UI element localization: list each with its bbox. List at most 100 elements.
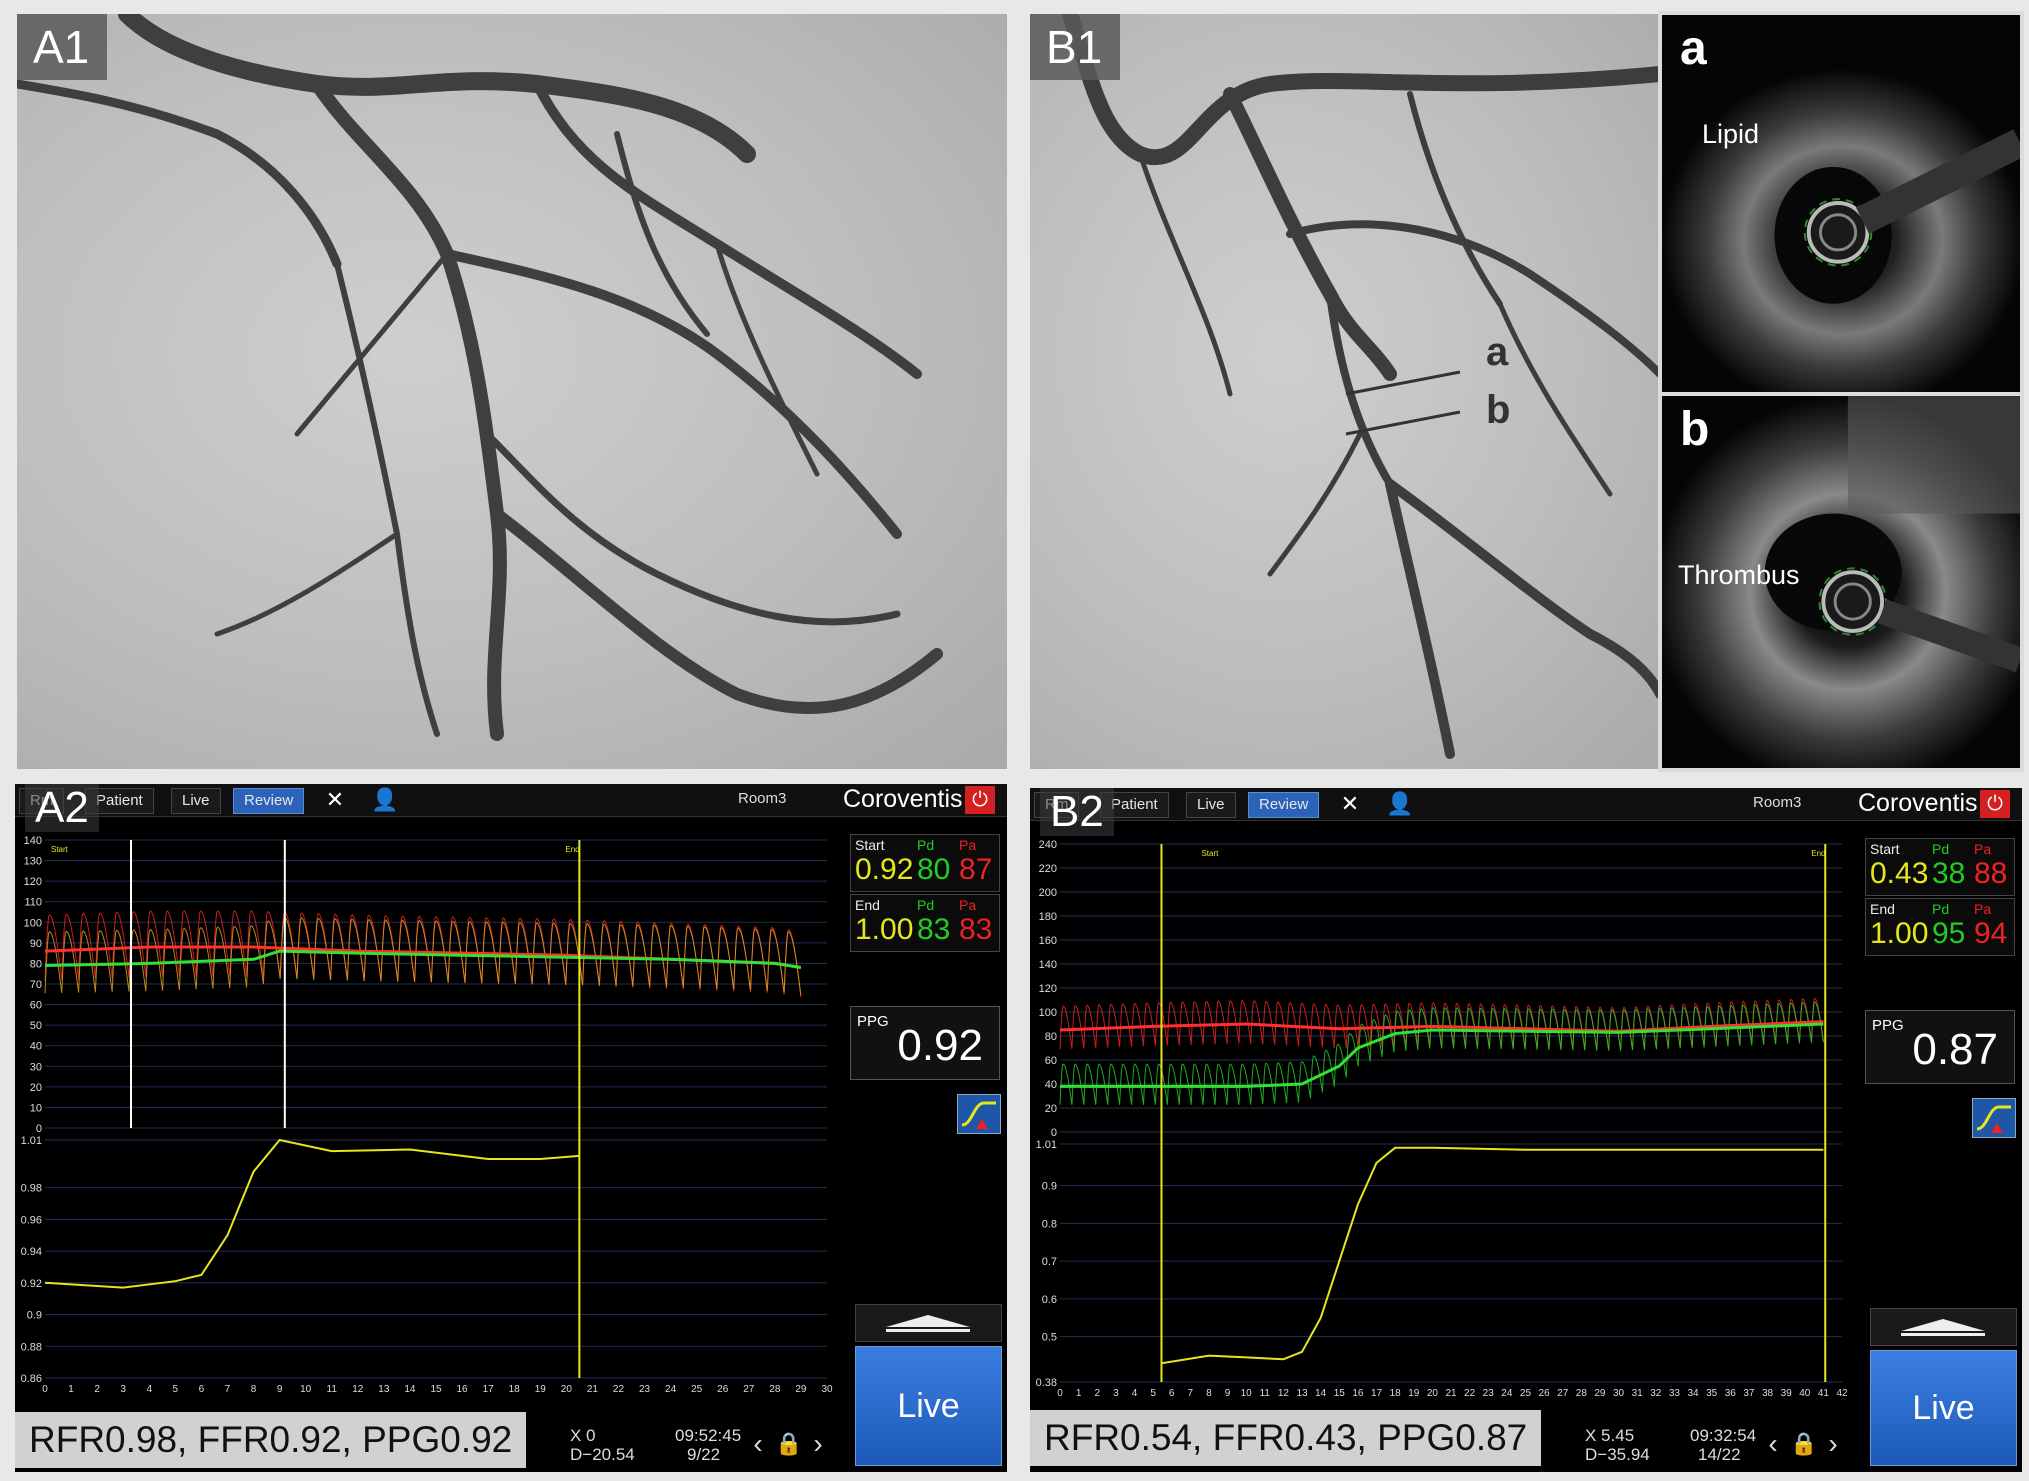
x-tick-label: 20 bbox=[1427, 1388, 1439, 1399]
lock-icon[interactable]: 🔒 bbox=[775, 1426, 802, 1462]
index-readout: RFR0.54, FFR0.43, PPG0.87 bbox=[1030, 1410, 1542, 1466]
x-tick-label: 16 bbox=[1352, 1388, 1364, 1399]
start-label: Start bbox=[855, 837, 885, 853]
prev-record-button[interactable]: ‹ bbox=[745, 1426, 771, 1462]
x-tick-label: 5 bbox=[173, 1384, 179, 1395]
x-tick-label: 39 bbox=[1781, 1388, 1793, 1399]
expand-arrow-button[interactable] bbox=[1870, 1308, 2017, 1346]
x-tick-label: 2 bbox=[94, 1384, 100, 1395]
tab-review[interactable]: Review bbox=[233, 788, 305, 814]
curve-view-icon[interactable] bbox=[957, 1094, 1001, 1134]
next-record-button[interactable]: › bbox=[805, 1426, 831, 1462]
x-tick-label: 18 bbox=[509, 1384, 521, 1395]
pressure-ratio-plot-b2: 0204060801001201401601802002202400.380.5… bbox=[1036, 839, 1848, 1399]
room-name: Room3 bbox=[738, 790, 787, 807]
x-tick-label: 0 bbox=[42, 1384, 48, 1395]
x-tick-label: 24 bbox=[1501, 1388, 1513, 1399]
x-tick-label: 1 bbox=[68, 1384, 74, 1395]
oct-label-b: b bbox=[1680, 403, 1710, 456]
start-ratio: 0.43 bbox=[1870, 857, 1929, 890]
pressure-tick-label: 70 bbox=[30, 979, 42, 991]
pressure-tick-label: 60 bbox=[30, 1000, 42, 1012]
end-pd-label: Pd bbox=[917, 897, 935, 913]
segment-label-b: b bbox=[1486, 388, 1511, 432]
x-tick-label: 29 bbox=[1594, 1388, 1606, 1399]
panel-label-b1: B1 bbox=[1030, 14, 1121, 80]
ppg-box: PPG 0.92 bbox=[850, 1006, 1000, 1080]
pressure-tick-label: 60 bbox=[1045, 1055, 1057, 1067]
start-pa-label: Pa bbox=[1974, 841, 1992, 857]
wrench-icon[interactable]: ✕ bbox=[320, 787, 350, 813]
x-tick-label: 35 bbox=[1706, 1388, 1718, 1399]
start-values-box: Start Pd Pa 0.43 38 88 bbox=[1865, 838, 2015, 896]
live-button[interactable]: Live bbox=[855, 1346, 1002, 1466]
x-tick-label: 10 bbox=[1241, 1388, 1253, 1399]
x-tick-label: 19 bbox=[535, 1384, 547, 1395]
start-marker-label: Start bbox=[51, 845, 69, 854]
x-tick-label: 14 bbox=[404, 1384, 416, 1395]
end-ratio: 1.00 bbox=[855, 913, 914, 946]
ppg-label: PPG bbox=[857, 1013, 889, 1030]
x-tick-label: 28 bbox=[769, 1384, 781, 1395]
x-tick-label: 0 bbox=[1057, 1388, 1063, 1399]
x-tick-label: 30 bbox=[1613, 1388, 1625, 1399]
pressure-tick-label: 80 bbox=[1045, 1031, 1057, 1043]
tab-live[interactable]: Live bbox=[1186, 792, 1236, 818]
end-label: End bbox=[1870, 901, 1895, 917]
x-tick-label: 17 bbox=[483, 1384, 495, 1395]
pressure-tick-label: 20 bbox=[1045, 1103, 1057, 1115]
ppg-value: 0.87 bbox=[1912, 1025, 1998, 1074]
record-index: 14/22 bbox=[1698, 1445, 1741, 1464]
ppg-box: PPG 0.87 bbox=[1865, 1010, 2015, 1084]
pressure-monitor-a2: Rm Patient Live Review ✕ 👤 Room3 Coroven… bbox=[15, 784, 1007, 1472]
oct-cross-section-a bbox=[1662, 69, 2020, 392]
pressure-tick-label: 30 bbox=[30, 1061, 42, 1073]
x-tick-label: 42 bbox=[1836, 1388, 1848, 1399]
tab-live[interactable]: Live bbox=[171, 788, 221, 814]
vessel-tree-a1 bbox=[17, 14, 943, 741]
live-button[interactable]: Live bbox=[1870, 1350, 2017, 1466]
x-tick-label: 14 bbox=[1315, 1388, 1327, 1399]
curve-view-icon[interactable] bbox=[1972, 1098, 2016, 1138]
x-tick-label: 26 bbox=[1539, 1388, 1551, 1399]
x-tick-label: 21 bbox=[587, 1384, 599, 1395]
pressure-tick-label: 140 bbox=[24, 835, 42, 847]
pressure-tick-label: 200 bbox=[1039, 887, 1057, 899]
end-marker-label: End bbox=[565, 845, 579, 854]
next-record-button[interactable]: › bbox=[1820, 1426, 1846, 1462]
pressure-monitor-b2: Rm Patient Live Review ✕ 👤 Room3 Coroven… bbox=[1030, 788, 2022, 1472]
angiogram-a1: A1 bbox=[17, 14, 1007, 769]
ratio-tick-label: 0.92 bbox=[21, 1278, 42, 1290]
oct-tag-thrombus: Thrombus bbox=[1678, 560, 1800, 590]
x-tick-label: 30 bbox=[821, 1384, 833, 1395]
wrench-icon[interactable]: ✕ bbox=[1335, 791, 1365, 817]
pdpa-ratio-line bbox=[1162, 1146, 1824, 1365]
user-icon[interactable]: 👤 bbox=[370, 787, 400, 813]
start-marker-label: Start bbox=[1201, 849, 1219, 858]
pressure-tick-label: 50 bbox=[30, 1020, 42, 1032]
power-icon[interactable]: ⏻ bbox=[965, 786, 995, 814]
x-tick-label: 10 bbox=[300, 1384, 312, 1395]
x-tick-label: 40 bbox=[1799, 1388, 1811, 1399]
x-tick-label: 3 bbox=[1113, 1388, 1119, 1399]
room-name: Room3 bbox=[1753, 794, 1802, 811]
start-pd-label: Pd bbox=[917, 837, 935, 853]
pressure-tick-label: 110 bbox=[24, 897, 42, 909]
ratio-tick-label: 0.6 bbox=[1042, 1294, 1057, 1306]
x-tick-label: 12 bbox=[1278, 1388, 1290, 1399]
pressure-tick-label: 90 bbox=[30, 938, 42, 950]
expand-arrow-button[interactable] bbox=[855, 1304, 1002, 1342]
end-pd-label: Pd bbox=[1932, 901, 1950, 917]
lock-icon[interactable]: 🔒 bbox=[1790, 1426, 1817, 1462]
x-tick-label: 13 bbox=[1296, 1388, 1308, 1399]
tab-review[interactable]: Review bbox=[1248, 792, 1320, 818]
brand-logo: Coroventis bbox=[843, 785, 963, 813]
prev-record-button[interactable]: ‹ bbox=[1760, 1426, 1786, 1462]
pressure-tick-label: 130 bbox=[24, 856, 42, 868]
user-icon[interactable]: 👤 bbox=[1385, 791, 1415, 817]
ratio-tick-label: 0.9 bbox=[27, 1310, 42, 1322]
x-tick-label: 6 bbox=[199, 1384, 205, 1395]
power-icon[interactable]: ⏻ bbox=[1980, 790, 2010, 818]
x-tick-label: 23 bbox=[1483, 1388, 1495, 1399]
pressure-tick-label: 140 bbox=[1039, 959, 1057, 971]
